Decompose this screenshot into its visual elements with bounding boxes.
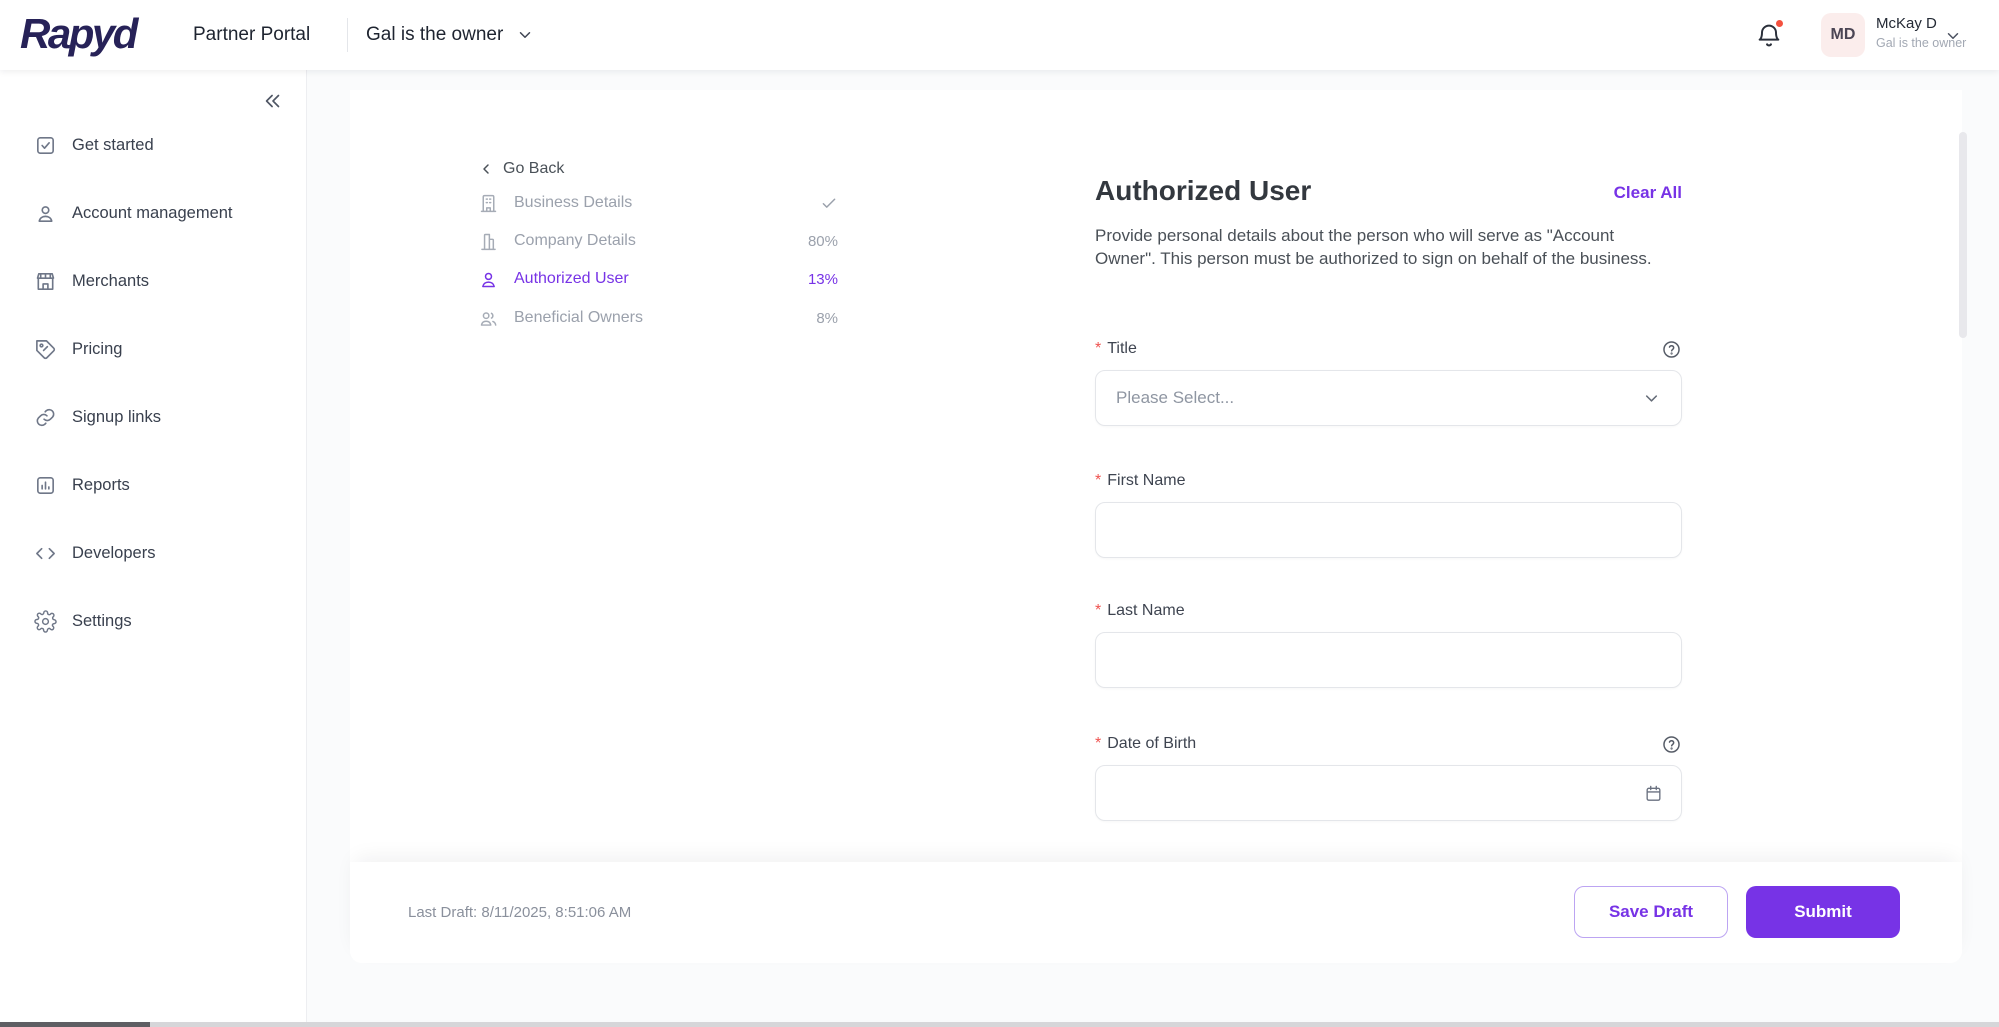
notifications-button[interactable] <box>1755 21 1783 49</box>
app-title: Partner Portal <box>193 0 310 70</box>
sidebar-item-label: Merchants <box>72 272 149 291</box>
page-title: Authorized User <box>1095 175 1311 207</box>
double-chevron-left-icon <box>262 90 284 112</box>
step-label: Beneficial Owners <box>514 309 643 327</box>
step-progress: 80% <box>808 233 838 250</box>
save-draft-button[interactable]: Save Draft <box>1574 886 1728 938</box>
help-icon <box>1661 339 1682 360</box>
users-icon <box>478 308 499 329</box>
first-name-field-label: * First Name <box>1095 472 1185 490</box>
step-status <box>820 194 838 212</box>
sidebar-item-settings[interactable]: Settings <box>0 601 306 641</box>
first-name-field[interactable] <box>1096 503 1681 557</box>
step-progress: 13% <box>808 271 838 288</box>
vertical-scrollbar[interactable] <box>1959 132 1967 338</box>
sidebar-item-label: Pricing <box>72 340 122 359</box>
user-icon <box>478 269 499 290</box>
step-authorized-user[interactable]: Authorized User 13% <box>478 266 838 292</box>
tag-icon <box>34 338 57 361</box>
help-icon <box>1661 734 1682 755</box>
bottom-edge-dark-segment <box>0 1022 150 1027</box>
company-icon <box>478 231 499 252</box>
sidebar-item-label: Get started <box>72 136 154 155</box>
sidebar-nav: Get started Account management Merchants… <box>0 125 306 669</box>
required-marker: * <box>1095 602 1101 620</box>
required-marker: * <box>1095 472 1101 490</box>
title-field-label: * Title <box>1095 340 1137 358</box>
app-header: Rapyd Partner Portal Gal is the owner MD… <box>0 0 1999 70</box>
bar-chart-icon <box>34 474 57 497</box>
user-icon <box>34 202 57 225</box>
step-label: Business Details <box>514 194 632 212</box>
last-name-field-box <box>1095 632 1682 688</box>
sidebar-item-label: Developers <box>72 544 155 563</box>
account-switcher[interactable]: Gal is the owner <box>366 0 534 70</box>
gear-icon <box>34 610 57 633</box>
sidebar-item-label: Signup links <box>72 408 161 427</box>
form-footer: Last Draft: 8/11/2025, 8:51:06 AM Save D… <box>350 862 1962 963</box>
sidebar-item-signup-links[interactable]: Signup links <box>0 397 306 437</box>
link-icon <box>34 406 57 429</box>
building-icon <box>478 193 499 214</box>
date-of-birth-help-button[interactable] <box>1661 734 1682 755</box>
submit-button[interactable]: Submit <box>1746 886 1900 938</box>
sidebar-item-label: Settings <box>72 612 132 631</box>
chevron-down-icon <box>1642 389 1661 408</box>
last-name-field[interactable] <box>1096 633 1681 687</box>
rapyd-logo: Rapyd <box>20 10 136 58</box>
step-company-details[interactable]: Company Details 80% <box>478 228 838 254</box>
check-icon <box>820 194 838 212</box>
step-label: Authorized User <box>514 270 629 288</box>
storefront-icon <box>34 270 57 293</box>
notification-dot <box>1774 18 1785 29</box>
step-progress: 8% <box>816 310 838 327</box>
avatar-initials: MD <box>1831 26 1856 44</box>
calendar-icon[interactable] <box>1644 784 1663 803</box>
user-menu-button[interactable] <box>1944 27 1962 45</box>
sidebar-item-get-started[interactable]: Get started <box>0 125 306 165</box>
chevron-left-icon <box>478 161 494 177</box>
required-marker: * <box>1095 340 1101 358</box>
sidebar-item-developers[interactable]: Developers <box>0 533 306 573</box>
title-select[interactable]: Please Select... <box>1095 370 1682 426</box>
last-name-field-label: * Last Name <box>1095 602 1185 620</box>
go-back-link[interactable]: Go Back <box>478 160 564 178</box>
sidebar-item-label: Reports <box>72 476 130 495</box>
date-of-birth-field[interactable] <box>1114 766 1644 820</box>
sidebar-item-pricing[interactable]: Pricing <box>0 329 306 369</box>
first-name-field-box <box>1095 502 1682 558</box>
date-of-birth-field-box <box>1095 765 1682 821</box>
last-draft-timestamp: Last Draft: 8/11/2025, 8:51:06 AM <box>408 862 631 963</box>
step-beneficial-owners[interactable]: Beneficial Owners 8% <box>478 305 838 331</box>
collapse-sidebar-button[interactable] <box>262 90 284 112</box>
required-marker: * <box>1095 735 1101 753</box>
title-select-placeholder: Please Select... <box>1116 388 1642 408</box>
title-help-button[interactable] <box>1661 339 1682 360</box>
sidebar-item-account-management[interactable]: Account management <box>0 193 306 233</box>
step-business-details[interactable]: Business Details <box>478 190 838 216</box>
code-icon <box>34 542 57 565</box>
sidebar-item-reports[interactable]: Reports <box>0 465 306 505</box>
main-content: Go Back Business Details Company Details… <box>307 70 1999 1027</box>
clear-all-button[interactable]: Clear All <box>1614 183 1682 203</box>
avatar[interactable]: MD <box>1821 13 1865 57</box>
checkbox-icon <box>34 134 57 157</box>
header-divider <box>347 18 348 52</box>
step-label: Company Details <box>514 232 636 250</box>
bottom-edge-strip <box>0 1022 1999 1027</box>
form-description: Provide personal details about the perso… <box>1095 224 1657 270</box>
go-back-label: Go Back <box>503 160 564 178</box>
sidebar-item-merchants[interactable]: Merchants <box>0 261 306 301</box>
sidebar-item-label: Account management <box>72 204 233 223</box>
chevron-down-icon <box>1944 27 1962 45</box>
account-switcher-label: Gal is the owner <box>366 24 503 46</box>
date-of-birth-field-label: * Date of Birth <box>1095 735 1196 753</box>
onboarding-card: Go Back Business Details Company Details… <box>350 90 1962 963</box>
chevron-down-icon <box>516 26 534 44</box>
sidebar: Get started Account management Merchants… <box>0 70 307 1027</box>
